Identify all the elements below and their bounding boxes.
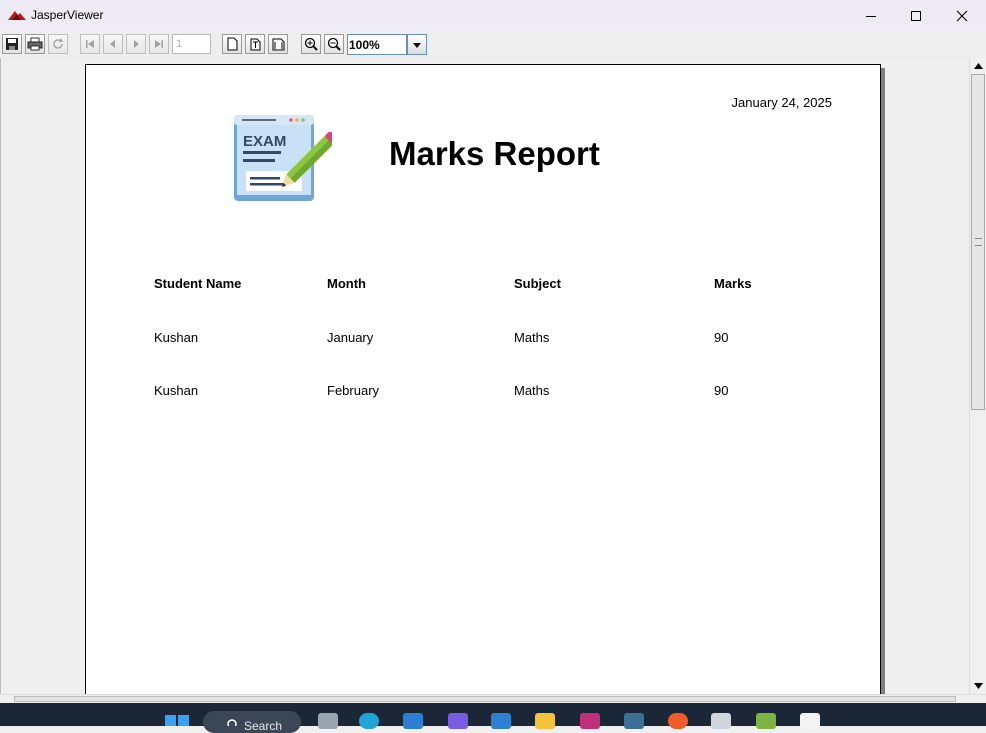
exam-logo-text: EXAM xyxy=(243,133,286,150)
report-page: January 24, 2025 EXAM Marks Report Stude… xyxy=(85,64,881,694)
print-icon xyxy=(27,37,43,51)
actual-size-icon xyxy=(227,37,238,51)
window-title: JasperViewer xyxy=(31,8,104,22)
table-cell-month: January xyxy=(327,330,374,345)
task-view-icon[interactable] xyxy=(318,713,338,729)
table-cell-subject: Maths xyxy=(514,383,550,398)
next-page-button[interactable] xyxy=(126,34,146,54)
close-icon xyxy=(956,10,968,21)
app-icon[interactable] xyxy=(711,713,731,729)
column-header-marks: Marks xyxy=(714,276,752,291)
intellij-icon[interactable] xyxy=(580,713,600,729)
last-page-icon xyxy=(155,40,163,48)
table-cell-marks: 90 xyxy=(714,383,729,398)
table-cell-student: Kushan xyxy=(154,330,199,345)
actual-size-button[interactable] xyxy=(222,34,242,54)
edge-browser-icon[interactable] xyxy=(359,713,379,729)
previous-page-button[interactable] xyxy=(103,34,123,54)
jasper-logo-icon xyxy=(8,11,26,20)
save-button[interactable] xyxy=(2,34,22,54)
exam-logo: EXAM xyxy=(234,115,332,201)
scroll-down-button[interactable] xyxy=(971,679,986,693)
report-title: Marks Report xyxy=(389,135,600,172)
column-header-month: Month xyxy=(327,276,366,291)
print-button[interactable] xyxy=(25,34,45,54)
first-page-button[interactable] xyxy=(80,34,100,54)
vertical-scrollbar[interactable] xyxy=(969,58,986,694)
report-date: January 24, 2025 xyxy=(731,95,832,110)
reload-button[interactable] xyxy=(48,34,68,54)
scroll-down-arrow-icon xyxy=(974,683,983,689)
scroll-up-arrow-icon xyxy=(974,63,983,69)
next-page-icon xyxy=(134,40,139,48)
zoom-out-icon xyxy=(327,37,341,51)
reload-icon xyxy=(53,38,63,49)
table-cell-student: Kushan xyxy=(154,383,199,398)
store-icon[interactable] xyxy=(491,713,511,729)
maximize-icon xyxy=(911,10,921,21)
mysql-icon[interactable] xyxy=(624,713,644,729)
minimize-icon xyxy=(866,15,876,17)
windows-taskbar: Search xyxy=(0,703,986,733)
table-cell-marks: 90 xyxy=(714,330,729,345)
close-button[interactable] xyxy=(939,0,985,31)
maximize-button[interactable] xyxy=(893,0,939,31)
scroll-up-button[interactable] xyxy=(971,59,986,73)
vscode-icon[interactable] xyxy=(403,713,423,729)
windows-start-icon[interactable] xyxy=(165,715,189,726)
save-icon xyxy=(6,38,18,50)
table-cell-month: February xyxy=(327,383,380,398)
page-number-input[interactable]: 1 xyxy=(172,34,211,54)
table-cell-subject: Maths xyxy=(514,330,550,345)
last-page-button[interactable] xyxy=(149,34,169,54)
title-bar: JasperViewer xyxy=(0,0,986,31)
zoom-in-icon xyxy=(304,37,318,51)
vertical-scroll-thumb[interactable] xyxy=(971,74,985,410)
zoom-in-button[interactable] xyxy=(301,34,321,54)
report-viewport[interactable]: January 24, 2025 EXAM Marks Report Stude… xyxy=(0,58,970,694)
previous-page-icon xyxy=(110,40,115,48)
file-explorer-icon[interactable] xyxy=(535,713,555,729)
java-app-icon[interactable] xyxy=(800,713,820,729)
zoom-level-field[interactable]: 100% xyxy=(347,34,407,55)
fit-page-icon xyxy=(250,38,261,51)
horizontal-scroll-thumb[interactable] xyxy=(14,696,956,702)
scroll-grip-icon xyxy=(975,238,982,246)
fit-width-icon xyxy=(272,38,285,51)
viewer-toolbar: 1 100% xyxy=(0,31,986,59)
first-page-icon xyxy=(86,40,94,48)
copilot-icon[interactable] xyxy=(448,713,468,729)
column-header-student-name: Student Name xyxy=(154,276,242,291)
taskbar-search-label: Search xyxy=(244,719,283,733)
scene-builder-icon[interactable] xyxy=(756,713,776,729)
search-icon xyxy=(227,719,237,726)
zoom-dropdown-button[interactable] xyxy=(407,34,427,55)
dropdown-arrow-icon xyxy=(413,42,421,48)
postman-icon[interactable] xyxy=(668,713,688,729)
fit-width-button[interactable] xyxy=(268,34,288,54)
fit-page-button[interactable] xyxy=(245,34,265,54)
column-header-subject: Subject xyxy=(514,276,561,291)
zoom-out-button[interactable] xyxy=(324,34,344,54)
minimize-button[interactable] xyxy=(848,0,894,31)
